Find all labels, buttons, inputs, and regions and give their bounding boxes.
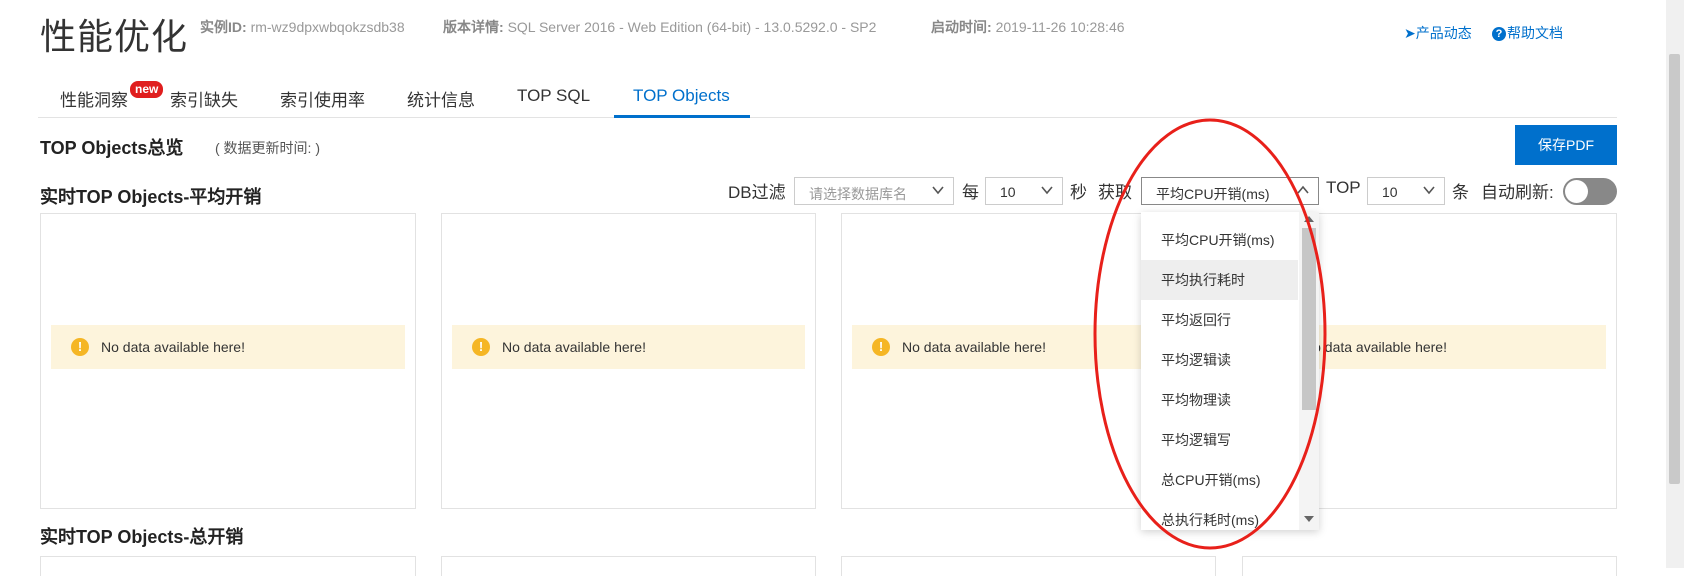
- version-value: SQL Server 2016 - Web Edition (64-bit) -…: [507, 19, 877, 35]
- warning-icon: !: [472, 338, 490, 356]
- instance-id: 实例ID: rm-wz9dpxwbqokzsdb38: [200, 17, 405, 37]
- tab-missing-index[interactable]: 索引缺失: [170, 86, 238, 111]
- dropdown-option-total-cpu[interactable]: 总CPU开销(ms): [1141, 460, 1298, 500]
- top-count-select[interactable]: 10: [1367, 177, 1445, 205]
- start-time-label: 启动时间:: [931, 19, 992, 35]
- update-time: ( 数据更新时间: ): [215, 140, 320, 156]
- dropdown-option-avg-rows-returned[interactable]: 平均返回行: [1141, 300, 1298, 340]
- tab-performance-insight[interactable]: 性能洞察: [60, 86, 128, 111]
- tab-index-usage[interactable]: 索引使用率: [280, 86, 365, 111]
- help-circle-icon: ?: [1492, 27, 1506, 41]
- interval-value: 10: [1000, 184, 1016, 200]
- dropdown-option-avg-logical-reads[interactable]: 平均逻辑读: [1141, 340, 1298, 380]
- chart-panel: [1242, 556, 1617, 576]
- no-data-alert: ! No data available here!: [452, 325, 805, 369]
- every-label: 每: [962, 183, 979, 202]
- save-pdf-button[interactable]: 保存PDF: [1515, 125, 1617, 165]
- seconds-label: 秒: [1070, 183, 1087, 202]
- chart-panel: [40, 556, 416, 576]
- warning-icon: !: [872, 338, 890, 356]
- dropdown-option-avg-physical-reads[interactable]: 平均物理读: [1141, 380, 1298, 420]
- toggle-knob: [1565, 180, 1588, 203]
- page-title: 性能优化: [40, 17, 189, 58]
- auto-refresh-toggle[interactable]: [1563, 178, 1617, 205]
- db-filter-placeholder: 请选择数据库名: [809, 186, 907, 202]
- dropdown-scroll-thumb[interactable]: [1302, 228, 1316, 410]
- dropdown-option-total-exec-time[interactable]: 总执行耗时(ms): [1141, 500, 1298, 530]
- help-docs-link[interactable]: ? 帮助文档: [1492, 23, 1563, 43]
- instance-id-label: 实例ID:: [200, 19, 247, 35]
- version-label: 版本详情:: [443, 19, 504, 35]
- fetch-label: 获取: [1098, 183, 1132, 202]
- no-data-message: No data available here!: [502, 339, 646, 355]
- dropdown-option-avg-exec-time[interactable]: 平均执行耗时: [1141, 260, 1298, 300]
- avg-section-title: 实时TOP Objects-平均开销: [40, 187, 262, 207]
- no-data-message: No data available here!: [101, 339, 245, 355]
- tabs-divider: [38, 117, 1617, 118]
- db-filter-select[interactable]: 请选择数据库名: [794, 177, 954, 205]
- chart-panel: ! No data available here!: [441, 213, 816, 509]
- top-label: TOP: [1326, 178, 1361, 197]
- product-news-label: 产品动态: [1415, 25, 1472, 41]
- start-time-value: 2019-11-26 10:28:46: [995, 19, 1125, 35]
- chevron-down-icon: [1041, 186, 1053, 195]
- chart-panel: [441, 556, 816, 576]
- instance-id-value: rm-wz9dpxwbqokzsdb38: [250, 19, 405, 35]
- chevron-down-icon: [932, 186, 944, 195]
- version-info: 版本详情: SQL Server 2016 - Web Edition (64-…: [443, 17, 876, 37]
- arrow-right-icon: ➤: [1404, 25, 1416, 41]
- tab-top-sql[interactable]: TOP SQL: [517, 86, 590, 106]
- product-news-link[interactable]: ➤产品动态: [1404, 23, 1472, 43]
- scroll-down-arrow-icon[interactable]: [1304, 516, 1314, 522]
- auto-refresh-label: 自动刷新:: [1481, 183, 1554, 202]
- scroll-up-arrow-icon[interactable]: [1304, 216, 1314, 222]
- db-filter-label: DB过滤: [728, 183, 786, 202]
- interval-select[interactable]: 10: [985, 177, 1063, 205]
- active-tab-indicator: [614, 115, 750, 118]
- no-data-message: No data available here!: [902, 339, 1046, 355]
- chevron-down-icon: [1423, 186, 1435, 195]
- chart-panel: [841, 556, 1216, 576]
- total-section-title: 实时TOP Objects-总开销: [40, 527, 244, 547]
- no-data-message: No data available here!: [1303, 339, 1447, 355]
- page-scroll-thumb[interactable]: [1669, 54, 1680, 484]
- overview-title: TOP Objects总览: [40, 138, 184, 158]
- metric-select[interactable]: 平均CPU开销(ms): [1141, 177, 1319, 205]
- chart-panel: ! No data available here!: [40, 213, 416, 509]
- count-unit-label: 条: [1452, 183, 1469, 202]
- no-data-alert: ! No data available here!: [51, 325, 405, 369]
- tab-top-objects[interactable]: TOP Objects: [633, 86, 730, 106]
- metric-value: 平均CPU开销(ms): [1156, 186, 1270, 202]
- warning-icon: !: [71, 338, 89, 356]
- new-badge: new: [130, 81, 164, 98]
- chevron-up-icon: [1297, 185, 1309, 194]
- dropdown-option-avg-logical-writes[interactable]: 平均逻辑写: [1141, 420, 1298, 460]
- metric-dropdown-menu: 平均CPU开销(ms) 平均执行耗时 平均返回行 平均逻辑读 平均物理读 平均逻…: [1141, 212, 1319, 530]
- tab-statistics[interactable]: 统计信息: [407, 86, 475, 111]
- start-time: 启动时间: 2019-11-26 10:28:46: [931, 17, 1125, 37]
- dropdown-scrollbar[interactable]: [1299, 212, 1319, 530]
- top-count-value: 10: [1382, 184, 1398, 200]
- dropdown-option-avg-cpu[interactable]: 平均CPU开销(ms): [1141, 220, 1298, 260]
- help-docs-label: 帮助文档: [1507, 25, 1563, 41]
